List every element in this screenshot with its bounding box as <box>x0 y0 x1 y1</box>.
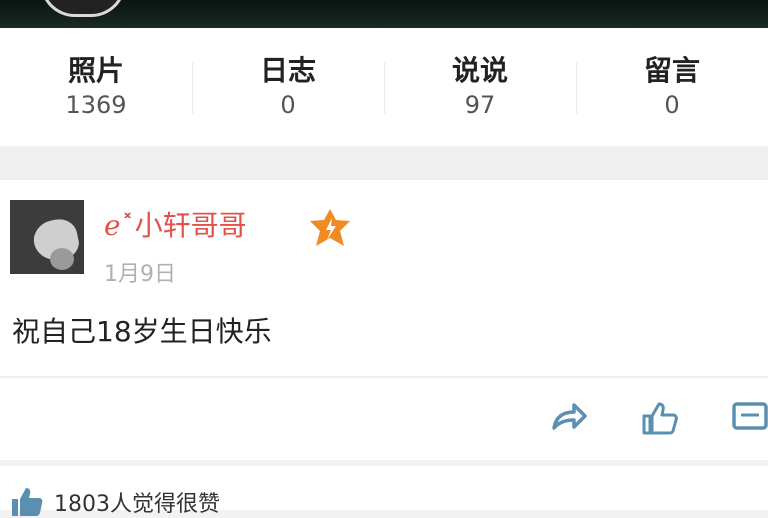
thumbs-up-icon <box>12 488 43 516</box>
post-actions-bar <box>0 378 768 460</box>
likes-summary[interactable]: 1803人觉得很赞 <box>0 466 768 517</box>
comment-icon[interactable] <box>730 400 768 436</box>
post-author-avatar[interactable] <box>10 200 84 274</box>
feed-post: ℯ˟小轩哥哥 1月9日 祝自己18岁生日快乐 <box>0 180 768 376</box>
vip-badge-icon <box>310 209 350 246</box>
stat-count: 97 <box>464 91 496 119</box>
likes-count-text: 1803人觉得很赞 <box>54 492 220 517</box>
stat-photos[interactable]: 照片 1369 <box>0 28 192 146</box>
avatar-image-detail <box>50 248 74 270</box>
stat-label: 日志 <box>259 54 316 87</box>
stat-count: 0 <box>664 91 680 119</box>
stat-count: 1369 <box>65 91 127 119</box>
section-gap <box>0 146 768 180</box>
post-author-name[interactable]: ℯ˟小轩哥哥 <box>104 208 247 244</box>
share-icon[interactable] <box>548 400 588 436</box>
stat-moments[interactable]: 说说 97 <box>384 28 576 146</box>
profile-avatar[interactable] <box>40 0 126 17</box>
post-date: 1月9日 <box>104 262 176 287</box>
stat-messages[interactable]: 留言 0 <box>576 28 768 146</box>
profile-stats-bar: 照片 1369 日志 0 说说 97 留言 0 <box>0 28 768 146</box>
profile-header <box>0 0 768 28</box>
stat-label: 留言 <box>643 54 700 87</box>
stat-blogs[interactable]: 日志 0 <box>192 28 384 146</box>
stat-label: 照片 <box>67 54 124 87</box>
stat-label: 说说 <box>451 54 508 87</box>
post-text: 祝自己18岁生日快乐 <box>12 315 272 348</box>
like-icon[interactable] <box>640 400 680 436</box>
stat-count: 0 <box>280 91 296 119</box>
